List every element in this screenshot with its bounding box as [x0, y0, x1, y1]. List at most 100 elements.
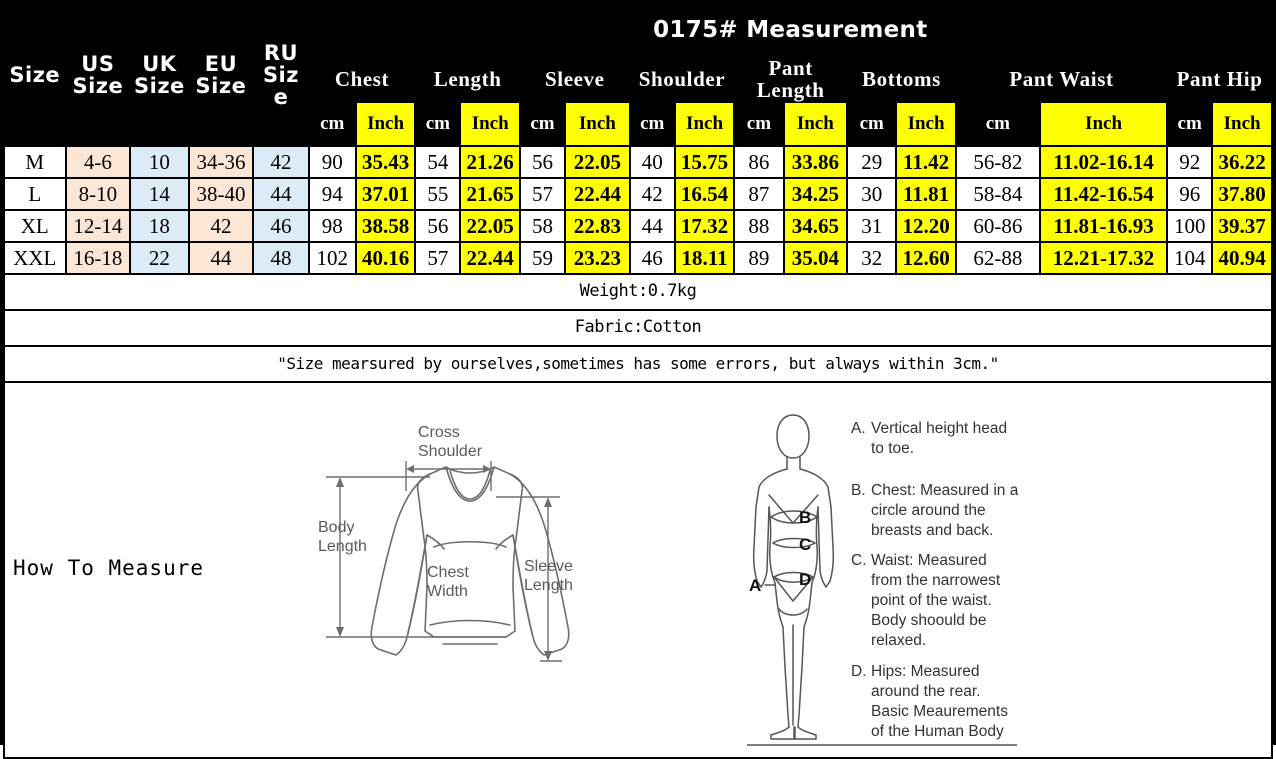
unit-chest-cm: cm: [307, 101, 357, 148]
size-chart-sheet: Size US Size UK Size EU Size RU Size 017…: [0, 0, 1276, 759]
cell-bottoms-inch: 12.60: [895, 241, 957, 276]
unit-shoulder-inch: Inch: [673, 101, 736, 148]
cell-size: XL: [3, 209, 67, 244]
cell-chest-cm: 102: [307, 241, 357, 276]
cell-chest-cm: 90: [307, 145, 357, 180]
body-note-c-line1: Waist: Measured: [871, 552, 987, 569]
unit-shoulder-cm: cm: [628, 101, 676, 148]
cell-pant-waist-inch: 12.21-17.32: [1038, 241, 1169, 276]
cell-pant-length-inch: 34.65: [782, 209, 849, 244]
cell-pant-waist-inch: 11.81-16.93: [1038, 209, 1169, 244]
unit-pant-hip-inch: Inch: [1211, 101, 1273, 148]
cell-pant-waist-inch: 11.42-16.54: [1038, 177, 1169, 212]
cell-chest-inch: 38.58: [354, 209, 417, 244]
body-note-d-line3: Basic Meaurements: [871, 703, 1008, 720]
body-marker-c: C: [799, 535, 811, 554]
cell-size: XXL: [3, 241, 67, 276]
group-head-chest: Chest: [307, 54, 417, 104]
unit-pant-waist-inch: Inch: [1038, 101, 1169, 148]
cell-us-size: 8-10: [64, 177, 132, 212]
cell-chest-inch: 35.43: [354, 145, 417, 180]
body-note-b-key: B.: [851, 482, 866, 499]
body-note-d-line1: Hips: Measured: [871, 663, 980, 680]
how-to-measure-panel: How To Measure Cross Shoulder Body Lengt…: [3, 381, 1273, 759]
cell-pant-hip-cm: 92: [1166, 145, 1214, 180]
cell-ru-size: 44: [252, 177, 310, 212]
body-note-a-line1: Vertical height head: [871, 420, 1007, 437]
cell-length-inch: 22.44: [459, 241, 521, 276]
body-note-b-line2: circle around the: [871, 502, 986, 519]
cell-shoulder-cm: 40: [628, 145, 676, 180]
cell-sleeve-inch: 22.44: [564, 177, 631, 212]
cell-pant-length-inch: 34.25: [782, 177, 849, 212]
body-note-c-line3: point of the waist.: [871, 592, 992, 609]
cell-eu-size: 38-40: [187, 177, 255, 212]
cell-bottoms-cm: 32: [846, 241, 898, 276]
cell-length-inch: 22.05: [459, 209, 521, 244]
cell-pant-waist-inch: 11.02-16.14: [1038, 145, 1169, 180]
disclaimer-note: "Size mearsured by ourselves,sometimes h…: [3, 345, 1273, 384]
fabric-row: Fabric:Cotton: [3, 309, 1273, 348]
unit-sleeve-cm: cm: [518, 101, 567, 148]
cell-pant-hip-inch: 39.37: [1211, 209, 1273, 244]
group-head-length: Length: [414, 54, 521, 104]
cell-pant-waist-cm: 58-84: [954, 177, 1041, 212]
unit-bottoms-inch: Inch: [895, 101, 957, 148]
group-head-pant-hip: Pant Hip: [1166, 54, 1273, 104]
cell-shoulder-inch: 18.11: [673, 241, 736, 276]
cell-shoulder-inch: 15.75: [673, 145, 736, 180]
cell-chest-cm: 98: [307, 209, 357, 244]
measurement-table: Size US Size UK Size EU Size RU Size 017…: [3, 2, 1274, 759]
cell-length-cm: 54: [414, 145, 462, 180]
cell-sleeve-inch: 23.23: [564, 241, 631, 276]
cell-pant-hip-cm: 100: [1166, 209, 1214, 244]
cell-uk-size: 18: [129, 209, 190, 244]
cell-ru-size: 42: [252, 145, 310, 180]
cell-size: M: [3, 145, 67, 180]
col-head-eu-size: EU Size: [187, 2, 255, 148]
cell-sleeve-cm: 57: [518, 177, 567, 212]
weight-row: Weight:0.7kg: [3, 273, 1273, 312]
cell-shoulder-inch: 17.32: [673, 209, 736, 244]
body-note-c-line4: Body shoould be: [871, 612, 986, 629]
cell-sleeve-inch: 22.83: [564, 209, 631, 244]
col-head-uk-size: UK Size: [129, 2, 190, 148]
cell-shoulder-cm: 42: [628, 177, 676, 212]
body-note-b-line1: Chest: Measured in a: [871, 482, 1019, 499]
group-head-pant-length: Pant Length: [733, 54, 849, 104]
body-note-a-key: A.: [851, 420, 866, 437]
group-head-bottoms: Bottoms: [846, 54, 957, 104]
body-measurement-diagram: B C D A A. Vertical height head to toe. …: [747, 414, 1019, 746]
body-note-a-line2: to toe.: [871, 440, 914, 457]
cell-ru-size: 48: [252, 241, 310, 276]
body-marker-d: D: [799, 570, 811, 589]
cell-sleeve-cm: 56: [518, 145, 567, 180]
table-row: XL 12-14 18 42 46 98 38.58 56 22.05 58 2…: [3, 209, 1273, 244]
garment-measurement-diagram: Cross Shoulder Body Length Chest Width S…: [318, 424, 573, 662]
cell-size: L: [3, 177, 67, 212]
cell-pant-hip-inch: 40.94: [1211, 241, 1273, 276]
cell-ru-size: 46: [252, 209, 310, 244]
body-note-c-key: C.: [851, 552, 867, 569]
cell-eu-size: 44: [187, 241, 255, 276]
cell-pant-hip-inch: 37.80: [1211, 177, 1273, 212]
cell-bottoms-cm: 31: [846, 209, 898, 244]
cell-pant-hip-cm: 104: [1166, 241, 1214, 276]
table-row: M 4-6 10 34-36 42 90 35.43 54 21.26 56 2…: [3, 145, 1273, 180]
col-head-us-size: US Size: [64, 2, 132, 148]
cell-length-cm: 55: [414, 177, 462, 212]
body-note-c-line5: relaxed.: [871, 632, 926, 649]
how-to-measure-label: How To Measure: [13, 556, 205, 581]
cell-chest-cm: 94: [307, 177, 357, 212]
cell-pant-length-cm: 89: [733, 241, 785, 276]
body-note-d-line4: of the Human Body: [871, 723, 1004, 740]
label-cross-shoulder-line2: Shoulder: [418, 443, 483, 460]
cell-length-cm: 56: [414, 209, 462, 244]
label-body-length-line1: Body: [318, 519, 354, 536]
label-sleeve-length-line2: Length: [524, 577, 573, 594]
unit-pant-hip-cm: cm: [1166, 101, 1214, 148]
unit-sleeve-inch: Inch: [564, 101, 631, 148]
cell-uk-size: 10: [129, 145, 190, 180]
how-to-measure-row: How To Measure Cross Shoulder Body Lengt…: [3, 381, 1273, 759]
cell-us-size: 12-14: [64, 209, 132, 244]
